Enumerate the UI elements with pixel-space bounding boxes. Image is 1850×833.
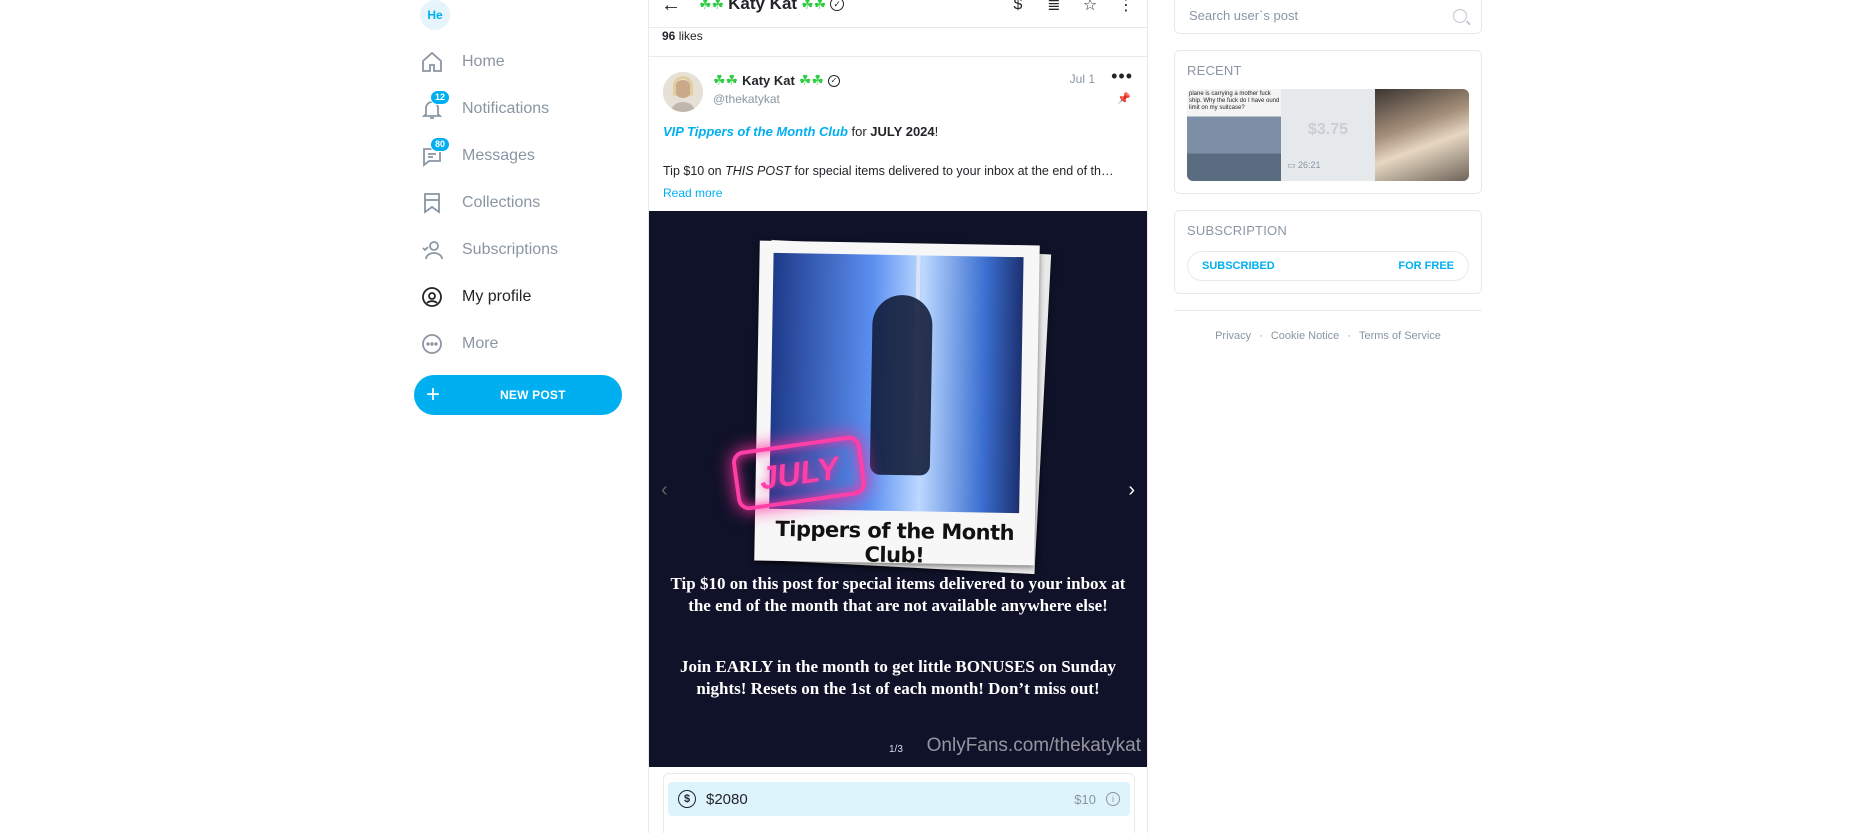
nav-label-subscriptions: Subscriptions bbox=[462, 241, 559, 258]
search-bar bbox=[1174, 0, 1482, 34]
nav-label-messages: Messages bbox=[462, 147, 535, 164]
read-more-link[interactable]: Read more bbox=[663, 186, 722, 200]
notifications-badge: 12 bbox=[430, 90, 451, 105]
media-body-2: Join EARLY in the month to get little BO… bbox=[679, 657, 1117, 698]
recent-title: RECENT bbox=[1187, 63, 1242, 78]
vip-club-link[interactable]: VIP Tippers of the Month Club bbox=[663, 124, 848, 139]
post-column: ← ☘☘ Katy Kat ☘☘ ✓ $ ≣ ☆ ⋮ 96 likes ☘☘ K… bbox=[648, 0, 1148, 833]
terms-link[interactable]: Terms of Service bbox=[1359, 330, 1441, 342]
list-icon[interactable]: ≣ bbox=[1043, 0, 1065, 16]
nav-label-home: Home bbox=[462, 53, 505, 70]
video-duration: ▭ 26:21 bbox=[1287, 160, 1321, 170]
nav-label-my-profile: My profile bbox=[462, 288, 532, 305]
search-input[interactable] bbox=[1189, 8, 1429, 23]
post-media[interactable]: Tippers of the Month Club! JULY Tip $10 … bbox=[649, 211, 1147, 767]
post-more-icon[interactable]: ••• bbox=[1111, 66, 1133, 87]
locked-price: $3.75 bbox=[1307, 121, 1349, 138]
nav-label-notifications: Notifications bbox=[462, 100, 550, 117]
subscriptions-icon bbox=[420, 238, 444, 262]
subscription-card: SUBSCRIPTION SUBSCRIBED FOR FREE bbox=[1174, 210, 1482, 294]
plus-icon: + bbox=[426, 381, 441, 408]
nav-home[interactable]: Home bbox=[420, 44, 620, 80]
nav-more[interactable]: More bbox=[420, 326, 620, 362]
clover-icon: ☘☘ bbox=[798, 72, 824, 88]
divider bbox=[649, 56, 1147, 57]
tip-bar[interactable]: $ $2080 $10 i bbox=[668, 782, 1130, 816]
divider bbox=[1174, 310, 1482, 311]
post-date: Jul 1 bbox=[1069, 72, 1095, 86]
info-icon[interactable]: i bbox=[1106, 792, 1120, 806]
footer-links: Privacy · Cookie Notice · Terms of Service bbox=[1215, 330, 1441, 342]
nav-label-more: More bbox=[462, 335, 499, 352]
post-header: ☘☘ Katy Kat ☘☘ ✓ @thekatykat Jul 1 ••• 📌 bbox=[663, 66, 1135, 114]
video-icon: ▭ bbox=[1287, 160, 1296, 170]
privacy-link[interactable]: Privacy bbox=[1215, 330, 1251, 342]
tip-price: $10 bbox=[1074, 791, 1096, 807]
for-free-label: FOR FREE bbox=[1398, 260, 1454, 272]
recent-thumbnails: plane is carrying a mother fuck ship. Wh… bbox=[1187, 89, 1469, 181]
sidebar: He Home 12 Notifications 80 Messages Col… bbox=[414, 0, 624, 833]
subscribed-button[interactable]: SUBSCRIBED FOR FREE bbox=[1187, 251, 1469, 281]
nav-collections[interactable]: Collections bbox=[420, 185, 620, 221]
tip-goal-box: $ $2080 $10 i bbox=[663, 773, 1135, 833]
nav-subscriptions[interactable]: Subscriptions bbox=[420, 232, 620, 268]
post-topbar: ← ☘☘ Katy Kat ☘☘ ✓ $ ≣ ☆ ⋮ bbox=[649, 0, 1147, 28]
recent-thumb-1[interactable]: plane is carrying a mother fuck ship. Wh… bbox=[1187, 89, 1281, 181]
new-post-button[interactable]: + NEW POST bbox=[414, 375, 622, 415]
back-arrow-icon[interactable]: ← bbox=[661, 0, 681, 17]
likes-count: 96 likes bbox=[662, 29, 703, 43]
new-post-label: NEW POST bbox=[500, 388, 566, 402]
recent-card: RECENT plane is carrying a mother fuck s… bbox=[1174, 50, 1482, 194]
tip-coin-icon: $ bbox=[678, 790, 696, 808]
message-icon: 80 bbox=[420, 137, 451, 168]
cookie-notice-link[interactable]: Cookie Notice bbox=[1271, 330, 1339, 342]
home-icon bbox=[420, 50, 444, 74]
bookmark-icon bbox=[420, 191, 444, 215]
post-text-body: Tip $10 on THIS POST for special items d… bbox=[663, 164, 1114, 178]
nav-my-profile[interactable]: My profile bbox=[420, 279, 620, 315]
profile-icon bbox=[420, 285, 444, 309]
author-avatar[interactable] bbox=[663, 72, 703, 112]
topbar-title-text: Katy Kat bbox=[728, 0, 798, 13]
subscription-title: SUBSCRIPTION bbox=[1187, 223, 1287, 238]
kebab-menu-icon[interactable]: ⋮ bbox=[1115, 0, 1137, 16]
tip-dollar-icon[interactable]: $ bbox=[1007, 0, 1029, 16]
clover-icon: ☘☘ bbox=[801, 0, 827, 12]
chevron-right-icon[interactable]: › bbox=[1128, 479, 1135, 502]
subscribed-label: SUBSCRIBED bbox=[1202, 260, 1275, 272]
watermark: OnlyFans.com/thekatykat bbox=[926, 735, 1141, 756]
pin-icon: 📌 bbox=[1117, 93, 1131, 105]
post-text-title: VIP Tippers of the Month Club for JULY 2… bbox=[663, 124, 939, 139]
recent-thumb-2[interactable]: $3.75 ▭ 26:21 bbox=[1281, 89, 1375, 181]
chevron-left-icon[interactable]: ‹ bbox=[661, 479, 668, 502]
search-icon[interactable] bbox=[1453, 8, 1467, 23]
polaroid-caption: Tippers of the Month Club! bbox=[775, 516, 1015, 568]
media-body-1: Tip $10 on this post for special items d… bbox=[670, 574, 1126, 615]
more-icon bbox=[420, 332, 444, 356]
verified-icon: ✓ bbox=[827, 74, 840, 87]
nav-notifications[interactable]: 12 Notifications bbox=[420, 90, 620, 127]
author-handle[interactable]: @thekatykat bbox=[713, 92, 780, 106]
media-counter: 1/3 bbox=[889, 744, 903, 755]
author-name[interactable]: ☘☘ Katy Kat ☘☘ ✓ bbox=[713, 72, 840, 89]
messages-badge: 80 bbox=[430, 137, 451, 152]
verified-icon: ✓ bbox=[830, 0, 845, 11]
clover-icon: ☘☘ bbox=[713, 72, 739, 88]
bell-icon: 12 bbox=[420, 90, 451, 121]
topbar-actions: $ ≣ ☆ ⋮ bbox=[1007, 0, 1137, 16]
star-icon[interactable]: ☆ bbox=[1079, 0, 1101, 16]
nav-label-collections: Collections bbox=[462, 194, 541, 211]
polaroid-photo: Tippers of the Month Club! bbox=[754, 240, 1040, 567]
user-avatar[interactable]: He bbox=[420, 0, 450, 30]
topbar-title: ☘☘ Katy Kat ☘☘ ✓ bbox=[699, 0, 845, 14]
nav-messages[interactable]: 80 Messages bbox=[420, 137, 620, 174]
recent-thumb-3[interactable] bbox=[1375, 89, 1469, 181]
clover-icon: ☘☘ bbox=[699, 0, 725, 12]
tip-total: $2080 bbox=[706, 790, 748, 808]
